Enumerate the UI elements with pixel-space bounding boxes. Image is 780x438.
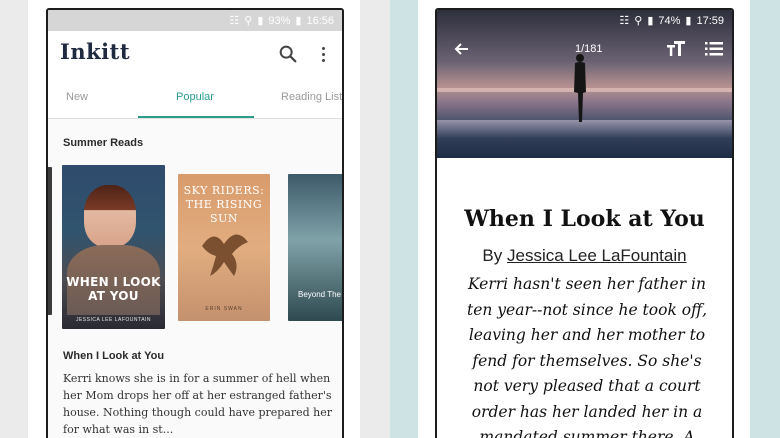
chapter-list-icon[interactable] [705, 42, 723, 56]
tab-new[interactable]: New [66, 91, 88, 103]
app-bar: Inkitt [48, 31, 342, 77]
wifi-icon: ⚲ [634, 15, 643, 27]
vibrate-icon: ☷ [619, 15, 630, 27]
clock: 16:56 [306, 14, 334, 27]
phone-story-reader: ☷ ⚲ ▮ 74% ▮ 17:59 1/181 When I Look at Y… [435, 8, 734, 438]
tab-reading-lists[interactable]: Reading Lists [281, 91, 342, 103]
story-title[interactable]: When I Look at You [63, 350, 164, 362]
status-bar: ☷ ⚲ ▮ 74% ▮ 17:59 [437, 10, 732, 31]
battery-icon: ▮ [685, 15, 692, 27]
cover-title: WHEN I LOOK AT YOU [66, 275, 161, 303]
book-cover-sky-riders[interactable]: SKY RIDERS: THE RISING SUN ERIN SWAN [178, 174, 270, 321]
book-cover-when-i-look-at-you[interactable]: WHEN I LOOK AT YOU JESSICA LEE LAFOUNTAI… [62, 165, 165, 329]
cover-portrait [84, 185, 136, 247]
page-indicator: 1/181 [575, 43, 603, 55]
signal-icon: ▮ [257, 15, 264, 27]
wifi-icon: ⚲ [244, 15, 253, 27]
cover-author: JESSICA LEE LAFOUNTAIN [75, 317, 152, 323]
tab-popular[interactable]: Popular [176, 91, 214, 103]
text-size-icon[interactable] [667, 41, 685, 57]
book-cover-beyond-the-water[interactable]: Beyond The Wate [288, 174, 342, 321]
active-tab-indicator [138, 116, 254, 118]
back-arrow-icon[interactable] [453, 40, 471, 58]
dragon-illustration [202, 234, 248, 276]
book-title: When I Look at You [464, 206, 705, 232]
clock: 17:59 [696, 14, 724, 27]
battery-level: 93% [268, 14, 291, 27]
cover-title: Beyond The Wate [298, 290, 342, 299]
phone-inkitt-popular: ☷ ⚲ ▮ 93% ▮ 16:56 Inkitt New Popular Rea… [46, 8, 344, 438]
story-header-image [437, 10, 732, 158]
story-description: Kerri knows she is in for a summer of he… [63, 372, 333, 436]
cover-author: ERIN SWAN [205, 306, 243, 312]
signal-icon: ▮ [647, 15, 654, 27]
battery-level: 74% [658, 14, 681, 27]
section-title: Summer Reads [63, 137, 144, 149]
status-bar: ☷ ⚲ ▮ 93% ▮ 16:56 [48, 10, 342, 31]
tab-bar: New Popular Reading Lists [48, 77, 342, 119]
more-options-icon[interactable] [316, 43, 330, 65]
app-logo: Inkitt [60, 39, 131, 64]
battery-icon: ▮ [295, 15, 302, 27]
vibrate-icon: ☷ [229, 15, 240, 27]
cover-title: SKY RIDERS: THE RISING SUN [183, 184, 265, 225]
story-blurb: Kerri hasn't seen her father in ten year… [466, 275, 708, 438]
book-cover-partial[interactable] [48, 167, 52, 315]
byline-prefix: By [482, 246, 503, 265]
byline: By Jessica Lee LaFountain [437, 246, 732, 266]
search-icon[interactable] [277, 43, 299, 65]
standing-figure [574, 54, 586, 122]
author-link[interactable]: Jessica Lee LaFountain [507, 246, 687, 265]
